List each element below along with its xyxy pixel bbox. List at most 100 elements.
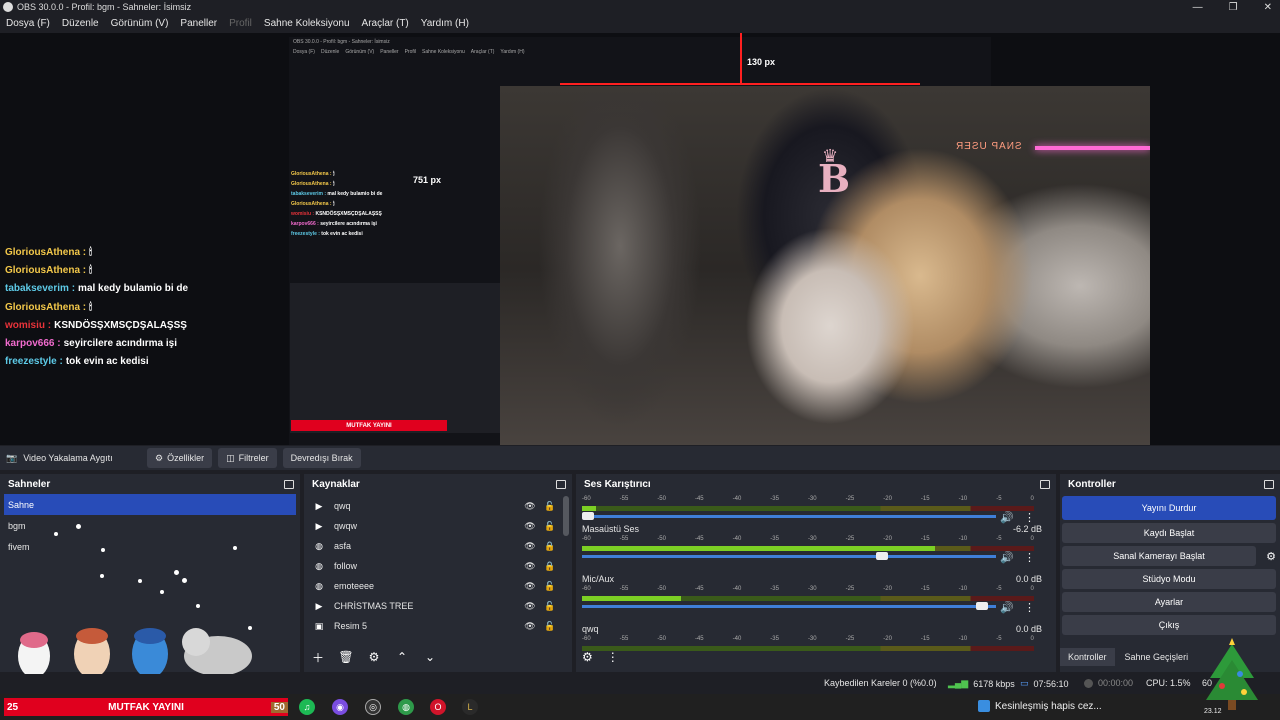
volume-slider-knob[interactable]: [582, 512, 595, 520]
visibility-eye-icon[interactable]: 👁: [524, 541, 536, 552]
channel-menu-icon[interactable]: ⋮: [1024, 511, 1035, 524]
browser-source-icon: ◍: [315, 540, 323, 551]
source-name: CHRİSTMAS TREE: [334, 601, 414, 611]
spotify-icon[interactable]: ♫: [299, 699, 315, 715]
maximize-button[interactable]: ❐: [1229, 2, 1238, 13]
lock-open-icon[interactable]: 🔓: [544, 521, 555, 532]
advanced-audio-gear-icon[interactable]: ⚙: [582, 650, 593, 664]
virtual-camera-gear-icon[interactable]: ⚙: [1266, 550, 1276, 563]
volume-slider[interactable]: [582, 602, 996, 610]
mixer-menu-icon[interactable]: ⋮: [607, 650, 619, 664]
stop-stream-button[interactable]: Yayını Durdur: [1062, 496, 1276, 520]
volume-slider-knob[interactable]: [975, 602, 988, 610]
undock-icon[interactable]: [556, 479, 566, 489]
visibility-eye-icon[interactable]: 👁: [524, 601, 536, 612]
scene-item-sahne[interactable]: Sahne: [4, 494, 296, 515]
channel-menu-icon[interactable]: ⋮: [1024, 601, 1035, 614]
menu-docks[interactable]: Paneller: [180, 18, 217, 29]
dropped-frames: Kaybedilen Kareler 0 (%0.0): [824, 678, 937, 688]
channel-menu-icon[interactable]: ⋮: [1024, 551, 1035, 564]
lock-closed-icon[interactable]: 🔒: [544, 561, 555, 572]
league-icon[interactable]: L: [462, 699, 478, 715]
nested-chat-line: GloriousAthena : 🕯: [291, 171, 335, 177]
minimize-button[interactable]: —: [1193, 2, 1203, 13]
remove-source-trash-icon[interactable]: 🗑: [336, 648, 356, 666]
visibility-eye-icon[interactable]: 👁: [524, 621, 536, 632]
nested-menu-item: Sahne Koleksiyonu: [421, 49, 465, 55]
volume-slider-knob[interactable]: [876, 552, 889, 560]
speaker-icon[interactable]: 🔊: [1000, 511, 1014, 524]
lock-closed-icon[interactable]: 🔒: [544, 541, 555, 552]
menu-tools[interactable]: Araçlar (T): [362, 18, 409, 29]
properties-button[interactable]: ⚙ Özellikler: [147, 448, 213, 468]
volume-slider[interactable]: [582, 552, 996, 560]
settings-button[interactable]: Ayarlar: [1062, 592, 1276, 612]
menu-file[interactable]: Dosya (F): [6, 18, 50, 29]
menu-help[interactable]: Yardım (H): [421, 18, 469, 29]
media-source-icon: ▶: [315, 600, 323, 611]
exit-button[interactable]: Çıkış: [1062, 615, 1276, 635]
db-tick: -30: [807, 586, 817, 592]
sources-scrollbar[interactable]: [563, 496, 569, 536]
menu-edit[interactable]: Düzenle: [62, 18, 99, 29]
undock-icon[interactable]: [1040, 479, 1050, 489]
volume-meter: [582, 506, 1034, 511]
visibility-eye-icon[interactable]: 👁: [524, 581, 536, 592]
studio-mode-button[interactable]: Stüdyo Modu: [1062, 569, 1276, 589]
visibility-eye-icon[interactable]: 👁: [524, 561, 536, 572]
move-up-chevron-icon[interactable]: ⌃: [392, 648, 412, 666]
stream-time-status: ▭ 07:56:10: [1020, 678, 1069, 689]
volume-slider[interactable]: [582, 512, 996, 520]
source-properties-gear-icon[interactable]: ⚙: [364, 648, 384, 666]
mixer-channel: Masaüstü Ses -6.2 dB -60 -55 -50 -45 -40 -35 -30…: [576, 524, 1056, 574]
speaker-icon[interactable]: 🔊: [1000, 551, 1014, 564]
db-tick: -15: [920, 496, 930, 502]
discord-icon[interactable]: ◉: [332, 699, 348, 715]
gear-icon: ⚙: [155, 452, 164, 463]
menu-scene-collection[interactable]: Sahne Koleksiyonu: [264, 18, 350, 29]
opera-icon[interactable]: O: [430, 699, 446, 715]
db-tick: -15: [920, 586, 930, 592]
lock-open-icon[interactable]: 🔓: [544, 621, 555, 632]
undock-icon[interactable]: [1264, 479, 1274, 489]
bitrate-status: ▂▄▆ 6178 kbps: [948, 678, 1015, 689]
chrome-icon[interactable]: ◍: [398, 699, 414, 715]
chat-line: GloriousAthena : 🕯: [5, 264, 92, 276]
source-row[interactable]: ▶ CHRİSTMAS TREE 👁 🔓: [304, 596, 562, 616]
tab-scene-transitions[interactable]: Sahne Geçişleri: [1116, 648, 1197, 666]
scene-item-fivem[interactable]: fivem: [0, 536, 300, 557]
snowflake-decoration: [160, 590, 164, 594]
source-row[interactable]: ▶ qwqw 👁 🔓: [304, 516, 562, 536]
menu-profile[interactable]: Profil: [229, 18, 252, 29]
visibility-eye-icon[interactable]: 👁: [524, 521, 536, 532]
lock-open-icon[interactable]: 🔓: [544, 581, 555, 592]
source-row[interactable]: ◍ follow 👁 🔒: [304, 556, 562, 576]
obs-taskbar-icon[interactable]: ◎: [365, 699, 381, 715]
lock-open-icon[interactable]: 🔓: [544, 501, 555, 512]
move-down-chevron-icon[interactable]: ⌄: [420, 648, 440, 666]
source-row[interactable]: ◍ emoteeee 👁 🔓: [304, 576, 562, 596]
lock-open-icon[interactable]: 🔓: [544, 601, 555, 612]
menu-view[interactable]: Görünüm (V): [111, 18, 169, 29]
start-virtual-camera-button[interactable]: Sanal Kamerayı Başlat ⚙: [1062, 546, 1276, 566]
add-source-plus-icon[interactable]: ＋: [308, 648, 328, 666]
snowflake-decoration: [233, 546, 237, 550]
deactivate-button[interactable]: Devredışı Bırak: [282, 448, 361, 468]
source-row[interactable]: ◍ asfa 👁 🔒: [304, 536, 562, 556]
start-recording-button[interactable]: Kaydı Başlat: [1062, 523, 1276, 543]
db-tick: -60: [582, 536, 591, 542]
scene-item-bgm[interactable]: bgm: [0, 515, 300, 536]
source-row[interactable]: ▣ Resim 5 👁 🔓: [304, 616, 562, 636]
preview-canvas[interactable]: OBS 30.0.0 - Profil: bgm - Sahneler: İsi…: [0, 33, 1280, 445]
notification-item[interactable]: Kesinleşmiş hapis cez...: [978, 700, 1102, 712]
close-button[interactable]: ✕: [1264, 2, 1272, 13]
tab-controls[interactable]: Kontroller: [1060, 648, 1115, 666]
mixer-header: Ses Karıştırıcı: [576, 474, 1056, 494]
speaker-icon[interactable]: 🔊: [1000, 601, 1014, 614]
ruler-horizontal: [560, 83, 920, 85]
mixer-title: Ses Karıştırıcı: [584, 478, 651, 490]
source-row[interactable]: ▶ qwq 👁 🔓: [304, 496, 562, 516]
filters-button[interactable]: ◫ Filtreler: [218, 448, 277, 468]
undock-icon[interactable]: [284, 479, 294, 489]
visibility-eye-icon[interactable]: 👁: [524, 501, 536, 512]
